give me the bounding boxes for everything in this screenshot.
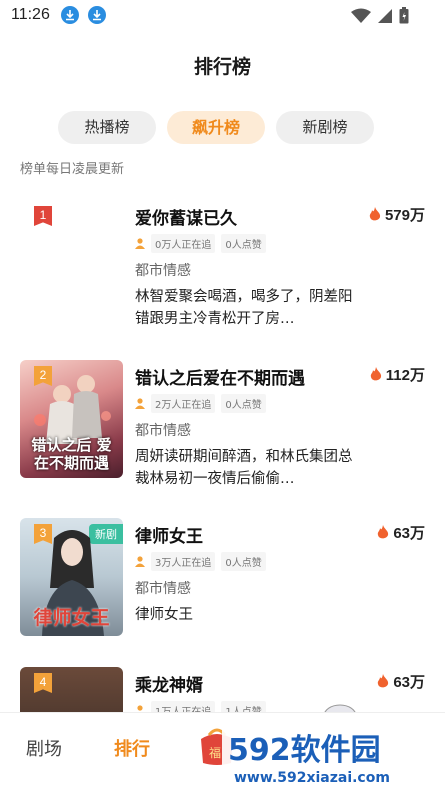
signal-icon bbox=[378, 8, 392, 23]
poster-title: 律师女王 bbox=[33, 607, 110, 629]
fire-icon bbox=[370, 367, 381, 381]
description: 律师女王 bbox=[135, 607, 193, 623]
watching-count: 2万人正在追 bbox=[151, 394, 216, 413]
person-icon bbox=[135, 556, 145, 567]
watching-count: 1万人正在追 bbox=[151, 701, 216, 712]
heat-text: 579万 bbox=[384, 207, 425, 224]
list-item[interactable]: 1 爱你蓄谋已久 579万 0万人正在追 0人点赞 都市情感 林智爱聚会喝酒，喝… bbox=[0, 200, 445, 350]
poster-image: 1 bbox=[20, 200, 123, 318]
heat-value: 63万 bbox=[377, 522, 425, 543]
watching-count: 3万人正在追 bbox=[151, 552, 216, 571]
watermark-logo: 592软件园 www.592xiazai.com bbox=[222, 726, 442, 788]
description: 周妍读研期间醉酒，和林氏集团总裁林易初一夜情后偷偷… bbox=[135, 449, 353, 487]
heat-value: 579万 bbox=[369, 204, 425, 225]
svg-text:福: 福 bbox=[209, 745, 221, 760]
poster-image: 2 错认之后 爱在不期而遇 bbox=[20, 360, 123, 478]
tab-hot[interactable]: 热播榜 bbox=[58, 111, 156, 144]
list-item[interactable]: 3 新剧 律师女王 律师女王 63万 3万人正在追 0人点赞 都市情感 律师女王 bbox=[0, 518, 445, 668]
heat-value: 63万 bbox=[377, 671, 425, 692]
nav-theater[interactable]: 剧场 bbox=[26, 735, 62, 761]
genre-label: 都市情感 bbox=[135, 263, 191, 279]
item-meta: 3万人正在追 0人点赞 bbox=[135, 552, 266, 571]
battery-icon bbox=[399, 7, 409, 24]
status-bar: 11:26 bbox=[0, 0, 445, 32]
drama-title: 爱你蓄谋已久 bbox=[135, 209, 237, 229]
heat-text: 112万 bbox=[385, 367, 425, 384]
item-meta: 1万人正在追 1人点赞 bbox=[135, 701, 266, 712]
poster-image: 4 bbox=[20, 667, 123, 712]
like-count: 0人点赞 bbox=[221, 552, 266, 571]
like-count: 0人点赞 bbox=[221, 234, 266, 253]
drama-title: 乘龙神婿 bbox=[135, 676, 203, 696]
person-icon bbox=[135, 398, 145, 409]
svg-text:www.592xiazai.com: www.592xiazai.com bbox=[234, 770, 390, 786]
svg-text:592软件园: 592软件园 bbox=[228, 733, 381, 768]
fire-icon bbox=[378, 674, 389, 688]
watching-count: 0万人正在追 bbox=[151, 234, 216, 253]
status-time: 11:26 bbox=[11, 6, 50, 23]
rank-badge: 4 bbox=[34, 673, 52, 693]
heat-value: 112万 bbox=[370, 364, 425, 385]
heat-text: 63万 bbox=[393, 674, 425, 691]
update-note: 榜单每日凌晨更新 bbox=[20, 162, 125, 177]
description: 林智爱聚会喝酒，喝多了，阴差阳错跟男主冷青松开了房… bbox=[135, 289, 353, 327]
list-item[interactable]: 2 错认之后 爱在不期而遇 错认之后爱在不期而遇 112万 2万人正在追 0人点… bbox=[0, 360, 445, 510]
drama-title: 错认之后爱在不期而遇 bbox=[135, 369, 305, 389]
page-title: 排行榜 bbox=[193, 56, 251, 78]
person-icon bbox=[135, 238, 145, 249]
ranking-tabs: 热播榜 飙升榜 新剧榜 bbox=[58, 111, 378, 145]
drama-title: 律师女王 bbox=[135, 527, 203, 547]
wifi-icon bbox=[351, 8, 371, 23]
tab-rising[interactable]: 飙升榜 bbox=[167, 111, 265, 144]
person-icon bbox=[137, 705, 143, 711]
tab-new[interactable]: 新剧榜 bbox=[276, 111, 374, 144]
genre-label: 都市情感 bbox=[135, 423, 191, 439]
heat-text: 63万 bbox=[393, 525, 425, 542]
nav-ranking[interactable]: 排行 bbox=[114, 735, 150, 761]
fire-icon bbox=[369, 207, 381, 221]
poster-title: 错认之后 爱在不期而遇 bbox=[31, 436, 112, 472]
genre-label: 都市情感 bbox=[135, 581, 191, 597]
like-count: 0人点赞 bbox=[221, 394, 266, 413]
item-meta: 2万人正在追 0人点赞 bbox=[135, 394, 266, 413]
fire-icon bbox=[378, 525, 389, 539]
poster-image: 3 新剧 律师女王 bbox=[20, 518, 123, 636]
download-icon bbox=[61, 6, 79, 24]
download-icon bbox=[88, 6, 106, 24]
item-meta: 0万人正在追 0人点赞 bbox=[135, 234, 266, 253]
like-count: 1人点赞 bbox=[221, 701, 266, 712]
rank-badge: 1 bbox=[34, 206, 52, 226]
